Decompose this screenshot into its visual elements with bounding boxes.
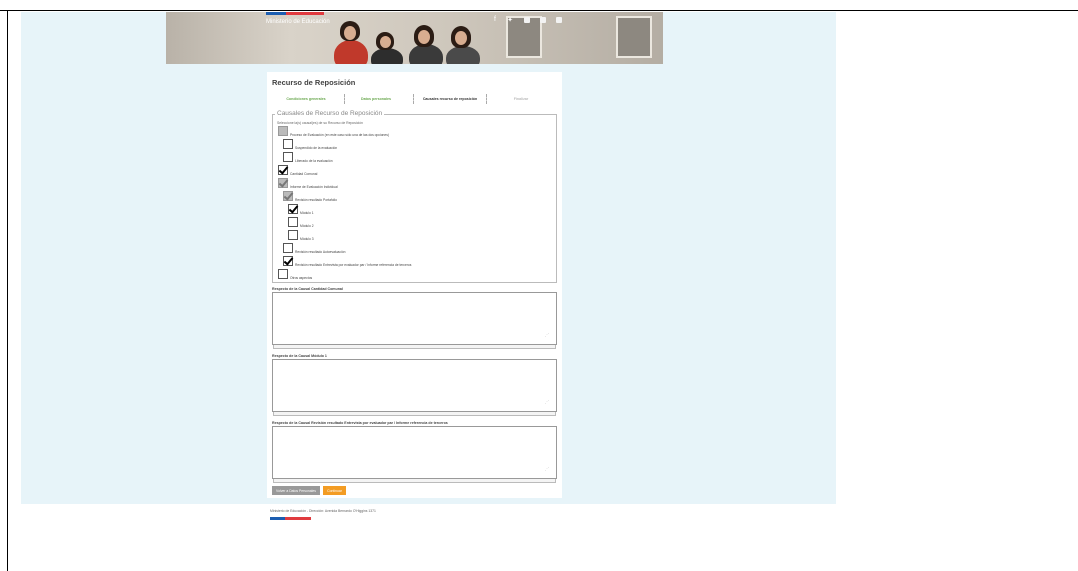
back-button[interactable]: Volver a Datos Personales — [272, 486, 320, 495]
banner-face — [418, 30, 430, 44]
response-textarea-cantidad-comunal[interactable] — [272, 292, 557, 349]
checkbox-proceso-evaluacion — [278, 126, 288, 136]
banner-person — [334, 40, 368, 64]
checkbox-cantidad-comunal[interactable] — [278, 165, 288, 175]
checkbox-label: Módulo 2 — [300, 224, 314, 228]
facebook-icon[interactable]: f — [491, 16, 499, 23]
mail-icon[interactable] — [524, 17, 530, 23]
causales-hint: Seleccione la(s) causal(es) de su Recurs… — [277, 121, 363, 125]
checkbox-modulo-2[interactable] — [288, 217, 298, 227]
checkbox-label: Revisión resultado Portafolio — [295, 198, 337, 202]
checkbox-otros-aspectos[interactable] — [278, 269, 288, 279]
footer-flag — [270, 517, 311, 520]
step-finalizar: Finalizar — [513, 97, 529, 101]
checkbox-modulo-1[interactable] — [288, 204, 298, 214]
checkbox-entrevista[interactable] — [283, 256, 293, 266]
step-divider — [413, 94, 414, 104]
header-banner — [166, 12, 663, 64]
checkbox-portafolio — [283, 191, 293, 201]
banner-face — [380, 36, 391, 48]
banner-person — [409, 44, 443, 64]
ministry-name[interactable]: Ministerio de Educación — [266, 19, 330, 25]
banner-person — [446, 46, 480, 64]
checkbox-label: Módulo 3 — [300, 237, 314, 241]
left-border — [7, 10, 8, 571]
response-label-cantidad-comunal: Respecto de la Causal Cantidad Comunal — [272, 287, 343, 291]
checkbox-label: Módulo 1 — [300, 211, 314, 215]
response-label-entrevista: Respecto de la Causal Revisión resultado… — [272, 421, 448, 425]
youtube-icon[interactable] — [556, 17, 562, 23]
response-textarea-entrevista[interactable] — [272, 426, 557, 483]
checkbox-label: Otros aspectos — [290, 276, 313, 280]
banner-person — [371, 48, 403, 64]
checkbox-informe-evaluacion — [278, 178, 288, 188]
footer-text: Ministerio de Educación - Dirección: Ave… — [270, 509, 376, 513]
checkbox-label: Revisión resultado Entrevista por evalua… — [295, 263, 412, 267]
step-datos: Datos personales — [361, 97, 391, 101]
checkbox-autoevaluacion[interactable] — [283, 243, 293, 253]
step-condiciones: Condiciones generales — [286, 97, 326, 101]
checkbox-label: Cantidad Comunal — [290, 172, 318, 176]
step-causales: Causales recurso de reposición — [422, 97, 478, 101]
banner-window — [616, 16, 652, 58]
instagram-icon[interactable] — [540, 17, 546, 23]
checkbox-label: Suspendido de la evaluación — [295, 146, 338, 150]
checkbox-liberado[interactable] — [283, 152, 293, 162]
banner-face — [455, 31, 467, 45]
step-divider — [486, 94, 487, 104]
checkbox-label: Revisión resultado Autoevaluación — [295, 250, 346, 254]
checkbox-label: Informe de Evaluación Individual — [290, 185, 338, 189]
banner-face — [344, 26, 356, 40]
checkbox-label: Liberado de la evaluación — [295, 159, 333, 163]
response-label-modulo-1: Respecto de la Causal Módulo 1 — [272, 354, 327, 358]
page-title: Recurso de Reposición — [272, 78, 356, 87]
top-border — [0, 10, 1078, 11]
checkbox-label: Proceso de Evaluación (en este caso sólo… — [290, 133, 389, 137]
checkbox-suspendido[interactable] — [283, 139, 293, 149]
continue-button[interactable]: Continuar — [323, 486, 346, 495]
ministry-flag — [266, 12, 324, 15]
step-divider — [344, 94, 345, 104]
response-textarea-modulo-1[interactable] — [272, 359, 557, 416]
screen: Ministerio de Educación f ✦ Recurso de R… — [0, 0, 1078, 571]
twitter-icon[interactable]: ✦ — [506, 16, 514, 24]
checkbox-modulo-3[interactable] — [288, 230, 298, 240]
causales-legend: Causales de Recurso de Reposición — [275, 110, 385, 117]
resize-grip-icon[interactable]: ⋰ — [545, 467, 1076, 569]
